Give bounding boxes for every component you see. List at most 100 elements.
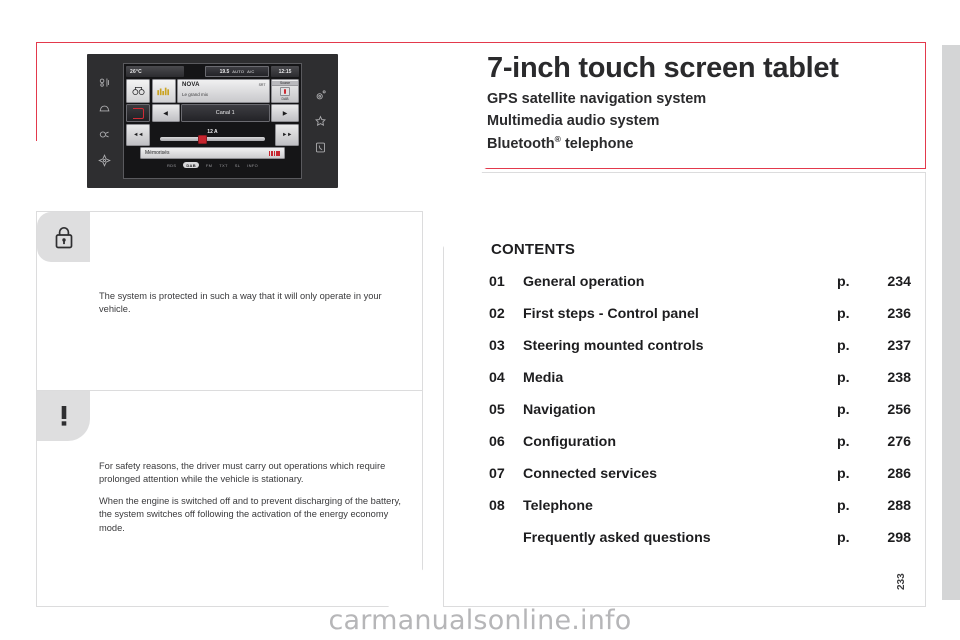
screen-presets-row: Mémorisés <box>126 147 299 159</box>
bluetooth-rest: telephone <box>560 135 634 152</box>
status-info: INFO <box>247 162 259 168</box>
status-dab: DAB <box>183 162 199 168</box>
equalizer-tile[interactable] <box>151 78 176 103</box>
toc-entry-08[interactable]: 08 Telephone p. 288 <box>489 498 911 530</box>
page-number: 233 <box>896 573 907 590</box>
toc-page-prefix: p. <box>837 338 850 354</box>
climate-auto-label: AUTO <box>232 69 245 74</box>
toc-entry-04[interactable]: 04 Media p. 238 <box>489 370 911 402</box>
skip-previous-button[interactable]: ◄◄ <box>126 123 150 146</box>
status-spacer <box>186 66 203 77</box>
next-band-button[interactable]: ▶ <box>271 104 299 122</box>
subtitle-bluetooth: Bluetooth® telephone <box>487 133 706 155</box>
toc-page-number: 256 <box>887 402 911 418</box>
toc-page-prefix: p. <box>837 498 850 514</box>
toc-number: 06 <box>489 434 505 450</box>
source-value: DAB <box>281 96 289 101</box>
dab-antenna-icon <box>280 86 290 96</box>
toc-entry-faq[interactable]: Frequently asked questions p. 298 <box>489 530 911 562</box>
toc-page-number: 234 <box>887 274 911 290</box>
toc-label: Configuration <box>523 434 616 450</box>
toc-number: 05 <box>489 402 505 418</box>
station-info-right: SRT <box>258 82 266 87</box>
tuner-slider-area[interactable]: 12 A <box>152 124 274 146</box>
toc-number: 08 <box>489 498 505 514</box>
toc-page-number: 276 <box>887 434 911 450</box>
subtitle-gps: GPS satellite navigation system <box>487 91 707 107</box>
station-subtitle: Le grand mix <box>182 91 209 97</box>
phone-icon <box>313 140 328 155</box>
station-info-panel[interactable]: NOVA Le grand mix SRT <box>177 78 270 103</box>
screen-tuner-row: ◄◄ 12 A ►► <box>126 123 299 146</box>
toc-number: 07 <box>489 466 505 482</box>
outside-temperature: 26°C <box>126 66 184 77</box>
contents-list: 01 General operation p. 234 02 First ste… <box>489 274 911 562</box>
frequency-value: 12 A <box>207 128 218 135</box>
note-text-safety: For safety reasons, the driver must carr… <box>99 460 409 535</box>
toc-entry-05[interactable]: 05 Navigation p. 256 <box>489 402 911 434</box>
note-paragraph: For safety reasons, the driver must carr… <box>99 461 386 485</box>
page-title: 7-inch touch screen tablet <box>487 52 839 84</box>
screen-status-bar: 26°C 19.5 AUTO A/C 12:15 <box>126 66 299 77</box>
toc-page-prefix: p. <box>837 274 850 290</box>
screen-now-playing-row: NOVA Le grand mix SRT Source DAB <box>126 78 299 103</box>
return-icon[interactable] <box>126 104 150 122</box>
climate-readout[interactable]: 19.5 AUTO A/C <box>205 66 269 77</box>
apps-icon <box>313 114 328 129</box>
toc-page-number: 286 <box>887 466 911 482</box>
toc-page-prefix: p. <box>837 434 850 450</box>
climate-icon <box>97 75 112 90</box>
note-box-safety: For safety reasons, the driver must carr… <box>36 391 423 607</box>
note-paragraph: The system is protected in such a way th… <box>99 291 382 315</box>
source-tile[interactable]: Source DAB <box>271 78 299 103</box>
toc-label: First steps - Control panel <box>523 306 699 322</box>
skip-next-button[interactable]: ►► <box>275 123 299 146</box>
status-rds: RDS <box>166 162 177 168</box>
station-name: NOVA <box>182 81 200 88</box>
warning-exclamation-icon <box>37 391 90 441</box>
media-source-tile[interactable] <box>126 78 150 103</box>
toc-entry-01[interactable]: 01 General operation p. 234 <box>489 274 911 306</box>
toc-label: Navigation <box>523 402 596 418</box>
infotainment-screen[interactable]: 26°C 19.5 AUTO A/C 12:15 NOVA Le grand m… <box>123 63 302 179</box>
tuner-slider-track[interactable] <box>160 135 265 144</box>
screen-bottom-status: RDS DAB FM TXT SL INFO <box>126 161 299 170</box>
toc-page-number: 237 <box>887 338 911 354</box>
toc-label: Steering mounted controls <box>523 338 704 354</box>
driving-aids-icon <box>97 127 112 142</box>
presets-bar[interactable]: Mémorisés <box>140 147 285 159</box>
status-fm: FM <box>205 162 213 168</box>
toc-page-number: 238 <box>887 370 911 386</box>
toc-number: 04 <box>489 370 505 386</box>
status-txt: TXT <box>219 162 228 168</box>
device-bezel-right <box>303 54 338 188</box>
presets-indicator-icon <box>268 150 280 156</box>
toc-page-prefix: p. <box>837 530 850 546</box>
climate-ac-label: A/C <box>247 69 255 74</box>
screen-band-row: ◀ Canal 1 ▶ <box>126 104 299 122</box>
band-label: Canal 1 <box>181 104 270 122</box>
clock: 12:15 <box>271 66 299 77</box>
subtitle-multimedia: Multimedia audio system <box>487 113 660 130</box>
tuner-slider-thumb[interactable] <box>197 135 207 144</box>
toc-page-prefix: p. <box>837 306 850 322</box>
toc-page-prefix: p. <box>837 370 850 386</box>
toc-entry-07[interactable]: 07 Connected services p. 286 <box>489 466 911 498</box>
toc-number: 01 <box>489 274 505 290</box>
site-watermark: carmanualsonline.info <box>328 605 632 636</box>
toc-entry-06[interactable]: 06 Configuration p. 276 <box>489 434 911 466</box>
manual-page: 26°C 19.5 AUTO A/C 12:15 NOVA Le grand m… <box>0 0 960 640</box>
toc-entry-03[interactable]: 03 Steering mounted controls p. 237 <box>489 338 911 370</box>
page-subtitles: GPS satellite navigation system Multimed… <box>487 88 706 155</box>
toc-number: 02 <box>489 306 505 322</box>
toc-label: General operation <box>523 274 645 290</box>
toc-page-number: 298 <box>887 530 911 546</box>
toc-page-prefix: p. <box>837 402 850 418</box>
toc-label: Media <box>523 370 564 386</box>
previous-band-button[interactable]: ◀ <box>151 104 180 122</box>
toc-entry-02[interactable]: 02 First steps - Control panel p. 236 <box>489 306 911 338</box>
contents-heading: CONTENTS <box>491 241 576 258</box>
device-screenshot: 26°C 19.5 AUTO A/C 12:15 NOVA Le grand m… <box>87 54 338 188</box>
toc-page-number: 288 <box>887 498 911 514</box>
toc-label: Connected services <box>523 466 658 482</box>
